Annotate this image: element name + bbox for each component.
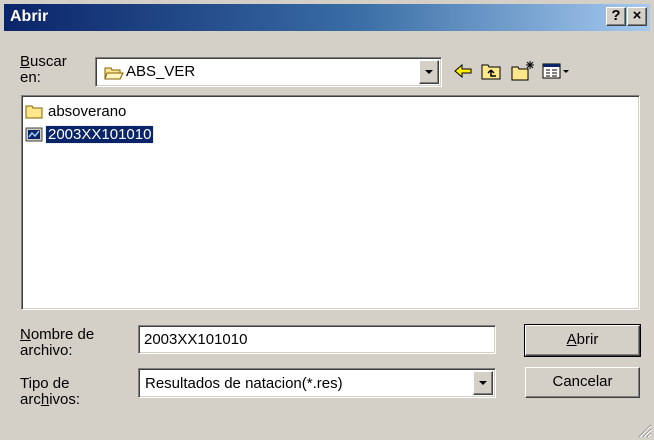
lookin-combo[interactable]: ABS_VER bbox=[95, 57, 442, 87]
filename-label-rest: ombre de bbox=[30, 326, 95, 343]
lookin-label-rest: uscar bbox=[30, 53, 67, 70]
up-folder-icon[interactable] bbox=[480, 60, 504, 82]
resize-grip-icon[interactable] bbox=[636, 422, 652, 438]
filetype-label-pre: arc bbox=[20, 391, 41, 408]
filetype-label-post: ivos: bbox=[49, 391, 81, 408]
open-button-mnemonic: A bbox=[566, 331, 577, 348]
help-button[interactable]: ? bbox=[606, 7, 626, 26]
filename-value: 2003XX101010 bbox=[144, 331, 248, 348]
lookin-label: Buscar en: bbox=[20, 54, 67, 86]
file-list[interactable]: absoverano 2003XX101010 bbox=[21, 95, 640, 310]
cancel-button[interactable]: Cancelar bbox=[525, 367, 640, 398]
file-icon bbox=[25, 127, 43, 142]
close-button[interactable]: × bbox=[627, 7, 647, 26]
filetype-label: Tipo de archivos: bbox=[20, 376, 80, 408]
lookin-label-line2: en: bbox=[20, 69, 41, 86]
filename-field[interactable]: 2003XX101010 bbox=[138, 325, 496, 354]
lookin-dropdown-button[interactable] bbox=[419, 60, 439, 84]
list-item-name: 2003XX101010 bbox=[44, 125, 155, 144]
filetype-value: Resultados de natacion(*.res) bbox=[145, 375, 343, 392]
filename-label: Nombre de archivo: bbox=[20, 327, 94, 359]
filetype-dropdown-button[interactable] bbox=[473, 371, 493, 395]
filetype-combo[interactable]: Resultados de natacion(*.res) bbox=[138, 368, 496, 398]
open-dialog: Abrir ? × Buscar en: ABS_VER absoverano … bbox=[0, 0, 654, 440]
list-item-name: absoverano bbox=[48, 103, 127, 120]
open-button[interactable]: Abrir bbox=[524, 324, 641, 357]
back-arrow-icon[interactable] bbox=[452, 60, 474, 82]
title-bar[interactable]: Abrir ? × bbox=[4, 4, 650, 31]
open-folder-icon bbox=[104, 67, 124, 80]
filetype-label-line1: Tipo de bbox=[20, 375, 70, 392]
filename-label-line2: archivo: bbox=[20, 342, 73, 359]
filetype-label-mnemonic: h bbox=[40, 391, 50, 408]
folder-icon bbox=[25, 105, 43, 119]
view-menu-icon[interactable] bbox=[541, 60, 571, 82]
filename-label-mnemonic: N bbox=[20, 326, 31, 343]
new-folder-icon[interactable] bbox=[510, 60, 536, 82]
open-button-rest: brir bbox=[576, 331, 599, 348]
window-title: Abrir bbox=[10, 8, 49, 25]
lookin-label-mnemonic: B bbox=[20, 53, 31, 70]
lookin-current-folder: ABS_VER bbox=[126, 63, 196, 80]
